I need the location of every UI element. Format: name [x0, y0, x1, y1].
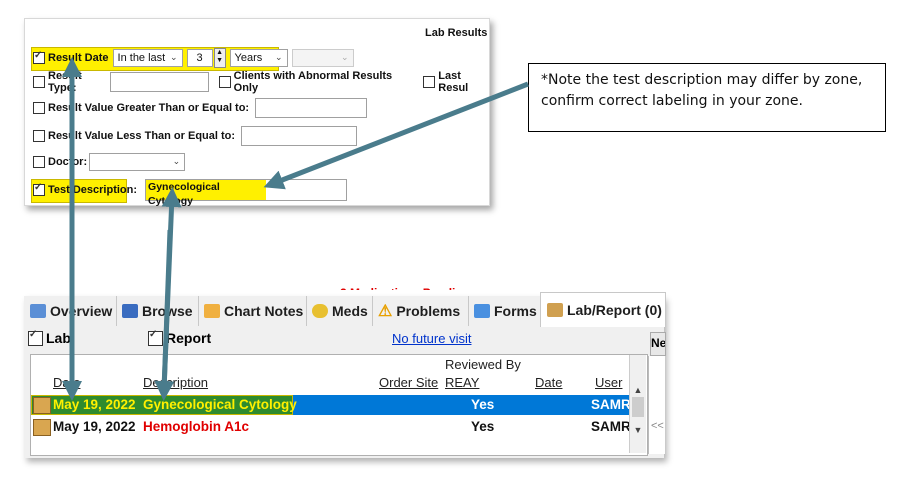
note-arrow	[263, 81, 529, 190]
annotation-arrows	[62, 57, 529, 401]
description-arrow-down	[154, 229, 175, 401]
